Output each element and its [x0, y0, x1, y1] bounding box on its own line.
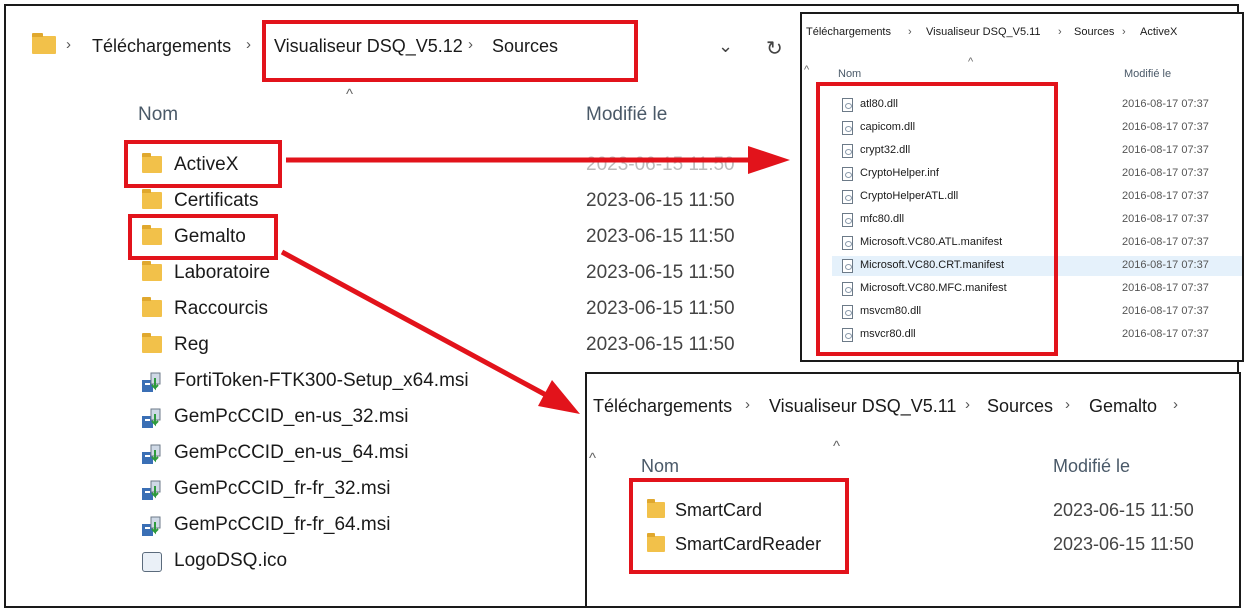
list-item-date: 2016-08-17 07:37: [1122, 305, 1209, 317]
sort-indicator-icon: ^: [968, 56, 974, 68]
breadcrumb-item-visualiseur[interactable]: Visualiseur DSQ_V5.11: [769, 396, 956, 417]
breadcrumb-separator-icon: ›: [1065, 396, 1070, 413]
list-item-date: 2016-08-17 07:37: [1122, 213, 1209, 225]
column-header-name[interactable]: Nom: [641, 456, 679, 477]
list-item-date: 2016-08-17 07:37: [1122, 236, 1209, 248]
list-item-date: 2016-08-17 07:37: [1122, 144, 1209, 156]
highlight-box-activex-files: [816, 82, 1058, 356]
breadcrumb-item-visualiseur[interactable]: Visualiseur DSQ_V5.11: [926, 26, 1041, 38]
column-header-modified[interactable]: Modifié le: [1124, 68, 1171, 80]
list-item-date: 2023-06-15 11:50: [1053, 534, 1194, 554]
sort-indicator-icon: ^: [833, 438, 841, 455]
breadcrumb-separator-icon: ›: [965, 396, 970, 413]
breadcrumb-item-sources[interactable]: Sources: [987, 396, 1053, 417]
breadcrumb-separator-icon: ›: [1058, 26, 1062, 38]
list-item-date: 2016-08-17 07:37: [1122, 121, 1209, 133]
list-item-date: 2016-08-17 07:37: [1122, 98, 1209, 110]
breadcrumb-separator-icon: ›: [1122, 26, 1126, 38]
breadcrumb-item-telechargements[interactable]: Téléchargements: [806, 26, 891, 38]
arrow-to-activex: [286, 146, 790, 174]
list-item-date: 2016-08-17 07:37: [1122, 328, 1209, 340]
scroll-up-icon[interactable]: ^: [589, 450, 596, 467]
column-header-name[interactable]: Nom: [838, 68, 861, 80]
breadcrumb-item-sources[interactable]: Sources: [1074, 26, 1114, 38]
scroll-up-icon[interactable]: ^: [804, 64, 809, 76]
breadcrumb-item-activex[interactable]: ActiveX: [1140, 26, 1177, 38]
gemalto-folder-window: Téléchargements › Visualiseur DSQ_V5.11 …: [585, 372, 1241, 608]
breadcrumb-separator-icon: ›: [745, 396, 750, 413]
arrow-to-gemalto: [280, 249, 580, 414]
column-header-modified[interactable]: Modifié le: [1053, 456, 1130, 477]
list-item-date: 2023-06-15 11:50: [1053, 500, 1194, 520]
activex-folder-window: Téléchargements › Visualiseur DSQ_V5.11 …: [800, 12, 1244, 362]
list-item-date: 2016-08-17 07:37: [1122, 190, 1209, 202]
breadcrumb-item-gemalto[interactable]: Gemalto: [1089, 396, 1157, 417]
list-item-date: 2016-08-17 07:37: [1122, 282, 1209, 294]
breadcrumb-item-telechargements[interactable]: Téléchargements: [593, 396, 732, 417]
breadcrumb-separator-icon: ›: [908, 26, 912, 38]
highlight-box-gemalto-folders: [629, 478, 849, 574]
list-item-date: 2016-08-17 07:37: [1122, 167, 1209, 179]
list-item-date: 2016-08-17 07:37: [1122, 259, 1209, 271]
breadcrumb-separator-icon: ›: [1173, 396, 1178, 413]
